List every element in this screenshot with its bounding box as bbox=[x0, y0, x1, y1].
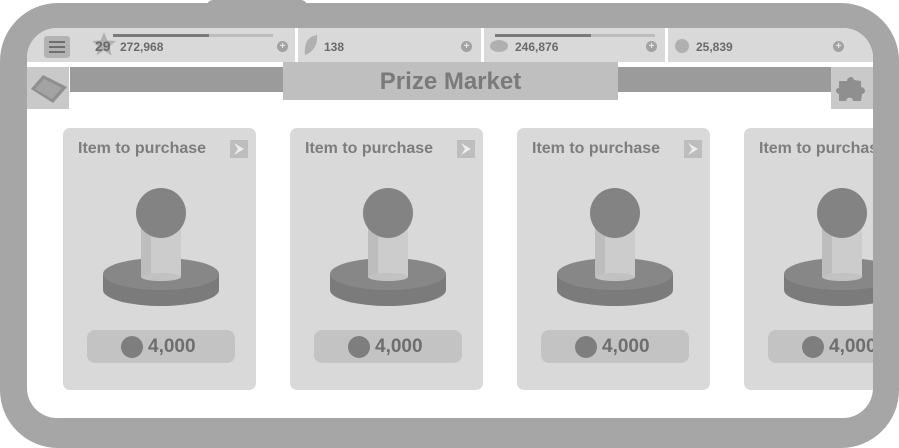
item-price: 4,000 bbox=[375, 336, 423, 357]
gems-value: 138 bbox=[324, 40, 345, 54]
hud-bar: 29 272,968 + 138 + 246,876 + 25,839 + bbox=[27, 28, 873, 62]
arrow-right-icon[interactable] bbox=[457, 140, 475, 158]
coin-icon bbox=[121, 336, 143, 358]
add-gems-button[interactable]: + bbox=[461, 41, 472, 52]
item-title: Item to purchase bbox=[759, 140, 873, 157]
player-level: 29 bbox=[95, 38, 111, 54]
gems-stat: 138 + bbox=[298, 28, 481, 62]
frame-bottom-tab bbox=[180, 430, 250, 448]
menu-button[interactable] bbox=[44, 36, 70, 58]
menu-icon bbox=[49, 41, 65, 43]
buy-button[interactable]: 4,000 bbox=[768, 330, 873, 363]
item-price: 4,000 bbox=[148, 336, 196, 357]
shop-item-card[interactable]: Item to purchase 4,000 bbox=[63, 128, 256, 390]
shop-item-card[interactable]: Item to purchase 4,000 bbox=[744, 128, 873, 390]
add-food-button[interactable]: + bbox=[646, 41, 657, 52]
leaf-icon bbox=[304, 35, 318, 55]
buy-button[interactable]: 4,000 bbox=[314, 330, 462, 363]
shop-item-card[interactable]: Item to purchase 4,000 bbox=[290, 128, 483, 390]
food-progress-bar bbox=[495, 34, 655, 37]
food-stat: 246,876 + bbox=[484, 28, 665, 62]
xp-value: 272,968 bbox=[120, 40, 164, 54]
pawn-figure-icon bbox=[784, 188, 873, 306]
xp-progress-bar bbox=[113, 34, 273, 37]
buy-button[interactable]: 4,000 bbox=[87, 330, 235, 363]
coin-icon bbox=[802, 336, 824, 358]
frame-bottom-tab bbox=[262, 430, 334, 448]
puzzle-icon bbox=[836, 77, 865, 101]
xp-stat: 29 272,968 + bbox=[79, 28, 295, 62]
item-price: 4,000 bbox=[602, 336, 650, 357]
shop-item-card[interactable]: Item to purchase 4,000 bbox=[517, 128, 710, 390]
map-icon bbox=[31, 75, 67, 103]
add-xp-button[interactable]: + bbox=[277, 41, 288, 52]
pawn-figure-icon bbox=[330, 188, 446, 306]
add-coins-button[interactable]: + bbox=[833, 41, 844, 52]
back-button[interactable] bbox=[27, 67, 69, 109]
pawn-figure-icon bbox=[103, 188, 219, 306]
coins-stat: 25,839 + bbox=[668, 28, 873, 62]
food-value: 246,876 bbox=[515, 40, 559, 54]
arrow-right-icon[interactable] bbox=[684, 140, 702, 158]
item-title: Item to purchase bbox=[532, 140, 661, 157]
food-icon bbox=[490, 40, 508, 52]
page-title: Prize Market bbox=[379, 68, 522, 95]
coins-value: 25,839 bbox=[696, 40, 733, 54]
game-screen: 29 272,968 + 138 + 246,876 + 25,839 + Pr… bbox=[27, 28, 873, 418]
buy-button[interactable]: 4,000 bbox=[541, 330, 689, 363]
coin-icon bbox=[348, 336, 370, 358]
pawn-figure-icon bbox=[557, 188, 673, 306]
arrow-right-icon[interactable] bbox=[230, 140, 248, 158]
coin-icon bbox=[675, 39, 689, 53]
item-title: Item to purchase bbox=[78, 140, 207, 157]
coin-icon bbox=[575, 336, 597, 358]
puzzle-button[interactable] bbox=[831, 67, 873, 109]
item-title: Item to purchase bbox=[305, 140, 434, 157]
item-price: 4,000 bbox=[829, 336, 873, 357]
